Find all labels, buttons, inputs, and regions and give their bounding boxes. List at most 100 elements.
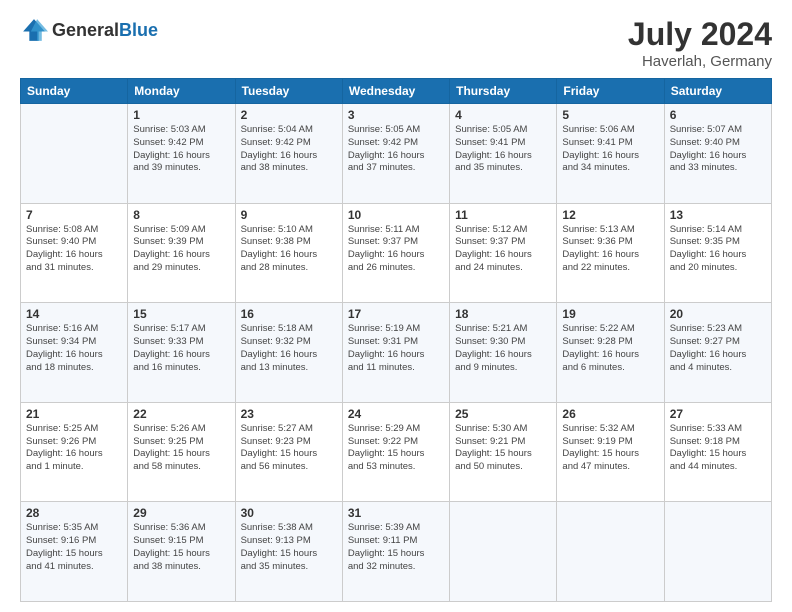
- day-number: 5: [562, 108, 658, 122]
- calendar-cell: 20Sunrise: 5:23 AM Sunset: 9:27 PM Dayli…: [664, 303, 771, 403]
- day-number: 15: [133, 307, 229, 321]
- day-number: 20: [670, 307, 766, 321]
- day-info: Sunrise: 5:18 AM Sunset: 9:32 PM Dayligh…: [241, 323, 337, 374]
- calendar-cell: 22 Sunrise: 5:26 AM Sunset: 9:25 PM Dayli…: [128, 402, 235, 502]
- page: GeneralBlue July 2024 Haverlah, Germany …: [0, 0, 792, 612]
- calendar-cell: [664, 502, 771, 602]
- calendar-cell: 29 Sunrise: 5:36 AM Sunset: 9:15 PM Dayli…: [128, 502, 235, 602]
- day-number: 26: [562, 407, 658, 421]
- day-info: Sunrise: 5:07 AM Sunset: 9:40 PM Dayligh…: [670, 124, 766, 175]
- day-info: Sunrise: 5:08 AM Sunset: 9:40 PM Dayligh…: [26, 224, 122, 275]
- logo-blue: Blue: [119, 20, 158, 40]
- day-info: Sunrise: 5:22 AM Sunset: 9:28 PM Dayligh…: [562, 323, 658, 374]
- calendar-cell: 30 Sunrise: 5:38 AM Sunset: 9:13 PM Dayli…: [235, 502, 342, 602]
- day-info: Sunrise: 5:29 AM Sunset: 9:22 PM Dayligh…: [348, 423, 444, 474]
- day-number: 28: [26, 506, 122, 520]
- day-number: 31: [348, 506, 444, 520]
- calendar-cell: 28 Sunrise: 5:35 AM Sunset: 9:16 PM Dayli…: [21, 502, 128, 602]
- calendar-cell: [21, 104, 128, 204]
- day-number: 30: [241, 506, 337, 520]
- calendar-cell: 23 Sunrise: 5:27 AM Sunset: 9:23 PM Dayli…: [235, 402, 342, 502]
- day-info: Sunrise: 5:05 AM Sunset: 9:42 PM Dayligh…: [348, 124, 444, 175]
- calendar-cell: 13 Sunrise: 5:14 AM Sunset: 9:35 PM Dayli…: [664, 203, 771, 303]
- calendar-cell: 3 Sunrise: 5:05 AM Sunset: 9:42 PM Daylig…: [342, 104, 449, 204]
- day-header-friday: Friday: [557, 79, 664, 104]
- calendar-cell: 18Sunrise: 5:21 AM Sunset: 9:30 PM Dayli…: [450, 303, 557, 403]
- day-info: Sunrise: 5:27 AM Sunset: 9:23 PM Dayligh…: [241, 423, 337, 474]
- day-header-wednesday: Wednesday: [342, 79, 449, 104]
- day-number: 17: [348, 307, 444, 321]
- calendar-cell: 25Sunrise: 5:30 AM Sunset: 9:21 PM Dayli…: [450, 402, 557, 502]
- calendar-cell: 19Sunrise: 5:22 AM Sunset: 9:28 PM Dayli…: [557, 303, 664, 403]
- logo: GeneralBlue: [20, 16, 158, 44]
- day-number: 21: [26, 407, 122, 421]
- day-number: 29: [133, 506, 229, 520]
- header: GeneralBlue July 2024 Haverlah, Germany: [20, 16, 772, 70]
- day-info: Sunrise: 5:06 AM Sunset: 9:41 PM Dayligh…: [562, 124, 658, 175]
- day-info: Sunrise: 5:21 AM Sunset: 9:30 PM Dayligh…: [455, 323, 551, 374]
- day-number: 27: [670, 407, 766, 421]
- day-info: Sunrise: 5:39 AM Sunset: 9:11 PM Dayligh…: [348, 522, 444, 573]
- day-number: 3: [348, 108, 444, 122]
- day-number: 7: [26, 208, 122, 222]
- day-info: Sunrise: 5:13 AM Sunset: 9:36 PM Dayligh…: [562, 224, 658, 275]
- day-number: 10: [348, 208, 444, 222]
- calendar-cell: 31 Sunrise: 5:39 AM Sunset: 9:11 PM Dayli…: [342, 502, 449, 602]
- day-info: Sunrise: 5:14 AM Sunset: 9:35 PM Dayligh…: [670, 224, 766, 275]
- day-info: Sunrise: 5:32 AM Sunset: 9:19 PM Dayligh…: [562, 423, 658, 474]
- calendar-cell: 14 Sunrise: 5:16 AM Sunset: 9:34 PM Dayli…: [21, 303, 128, 403]
- day-number: 13: [670, 208, 766, 222]
- calendar-cell: 10Sunrise: 5:11 AM Sunset: 9:37 PM Dayli…: [342, 203, 449, 303]
- calendar-cell: 27 Sunrise: 5:33 AM Sunset: 9:18 PM Dayli…: [664, 402, 771, 502]
- calendar-cell: 7 Sunrise: 5:08 AM Sunset: 9:40 PM Daylig…: [21, 203, 128, 303]
- day-info: Sunrise: 5:36 AM Sunset: 9:15 PM Dayligh…: [133, 522, 229, 573]
- day-number: 12: [562, 208, 658, 222]
- day-info: Sunrise: 5:33 AM Sunset: 9:18 PM Dayligh…: [670, 423, 766, 474]
- logo-general: General: [52, 20, 119, 40]
- day-number: 14: [26, 307, 122, 321]
- day-number: 23: [241, 407, 337, 421]
- day-number: 6: [670, 108, 766, 122]
- day-info: Sunrise: 5:25 AM Sunset: 9:26 PM Dayligh…: [26, 423, 122, 474]
- calendar-cell: 16 Sunrise: 5:18 AM Sunset: 9:32 PM Dayli…: [235, 303, 342, 403]
- calendar-table: SundayMondayTuesdayWednesdayThursdayFrid…: [20, 78, 772, 602]
- day-header-sunday: Sunday: [21, 79, 128, 104]
- day-info: Sunrise: 5:10 AM Sunset: 9:38 PM Dayligh…: [241, 224, 337, 275]
- calendar-cell: 5 Sunrise: 5:06 AM Sunset: 9:41 PM Daylig…: [557, 104, 664, 204]
- day-info: Sunrise: 5:03 AM Sunset: 9:42 PM Dayligh…: [133, 124, 229, 175]
- calendar-cell: 12 Sunrise: 5:13 AM Sunset: 9:36 PM Dayli…: [557, 203, 664, 303]
- day-info: Sunrise: 5:16 AM Sunset: 9:34 PM Dayligh…: [26, 323, 122, 374]
- day-info: Sunrise: 5:09 AM Sunset: 9:39 PM Dayligh…: [133, 224, 229, 275]
- day-info: Sunrise: 5:04 AM Sunset: 9:42 PM Dayligh…: [241, 124, 337, 175]
- calendar-cell: 9 Sunrise: 5:10 AM Sunset: 9:38 PM Daylig…: [235, 203, 342, 303]
- calendar-cell: [450, 502, 557, 602]
- calendar-cell: 15 Sunrise: 5:17 AM Sunset: 9:33 PM Dayli…: [128, 303, 235, 403]
- calendar-week-row: 14 Sunrise: 5:16 AM Sunset: 9:34 PM Dayli…: [21, 303, 772, 403]
- day-number: 4: [455, 108, 551, 122]
- day-info: Sunrise: 5:17 AM Sunset: 9:33 PM Dayligh…: [133, 323, 229, 374]
- calendar-cell: 17Sunrise: 5:19 AM Sunset: 9:31 PM Dayli…: [342, 303, 449, 403]
- calendar-cell: 21 Sunrise: 5:25 AM Sunset: 9:26 PM Dayli…: [21, 402, 128, 502]
- day-header-monday: Monday: [128, 79, 235, 104]
- day-header-thursday: Thursday: [450, 79, 557, 104]
- day-info: Sunrise: 5:12 AM Sunset: 9:37 PM Dayligh…: [455, 224, 551, 275]
- calendar-cell: 11 Sunrise: 5:12 AM Sunset: 9:37 PM Dayli…: [450, 203, 557, 303]
- day-number: 22: [133, 407, 229, 421]
- calendar-cell: 26 Sunrise: 5:32 AM Sunset: 9:19 PM Dayli…: [557, 402, 664, 502]
- calendar-cell: 8Sunrise: 5:09 AM Sunset: 9:39 PM Daylig…: [128, 203, 235, 303]
- calendar-cell: 6 Sunrise: 5:07 AM Sunset: 9:40 PM Daylig…: [664, 104, 771, 204]
- month-year: July 2024: [628, 16, 772, 53]
- day-info: Sunrise: 5:38 AM Sunset: 9:13 PM Dayligh…: [241, 522, 337, 573]
- title-block: July 2024 Haverlah, Germany: [628, 16, 772, 70]
- day-number: 16: [241, 307, 337, 321]
- calendar-header-row: SundayMondayTuesdayWednesdayThursdayFrid…: [21, 79, 772, 104]
- day-header-tuesday: Tuesday: [235, 79, 342, 104]
- day-number: 9: [241, 208, 337, 222]
- calendar-cell: 1Sunrise: 5:03 AM Sunset: 9:42 PM Daylig…: [128, 104, 235, 204]
- day-info: Sunrise: 5:26 AM Sunset: 9:25 PM Dayligh…: [133, 423, 229, 474]
- day-number: 11: [455, 208, 551, 222]
- day-number: 2: [241, 108, 337, 122]
- calendar-cell: 4 Sunrise: 5:05 AM Sunset: 9:41 PM Daylig…: [450, 104, 557, 204]
- day-info: Sunrise: 5:05 AM Sunset: 9:41 PM Dayligh…: [455, 124, 551, 175]
- day-info: Sunrise: 5:35 AM Sunset: 9:16 PM Dayligh…: [26, 522, 122, 573]
